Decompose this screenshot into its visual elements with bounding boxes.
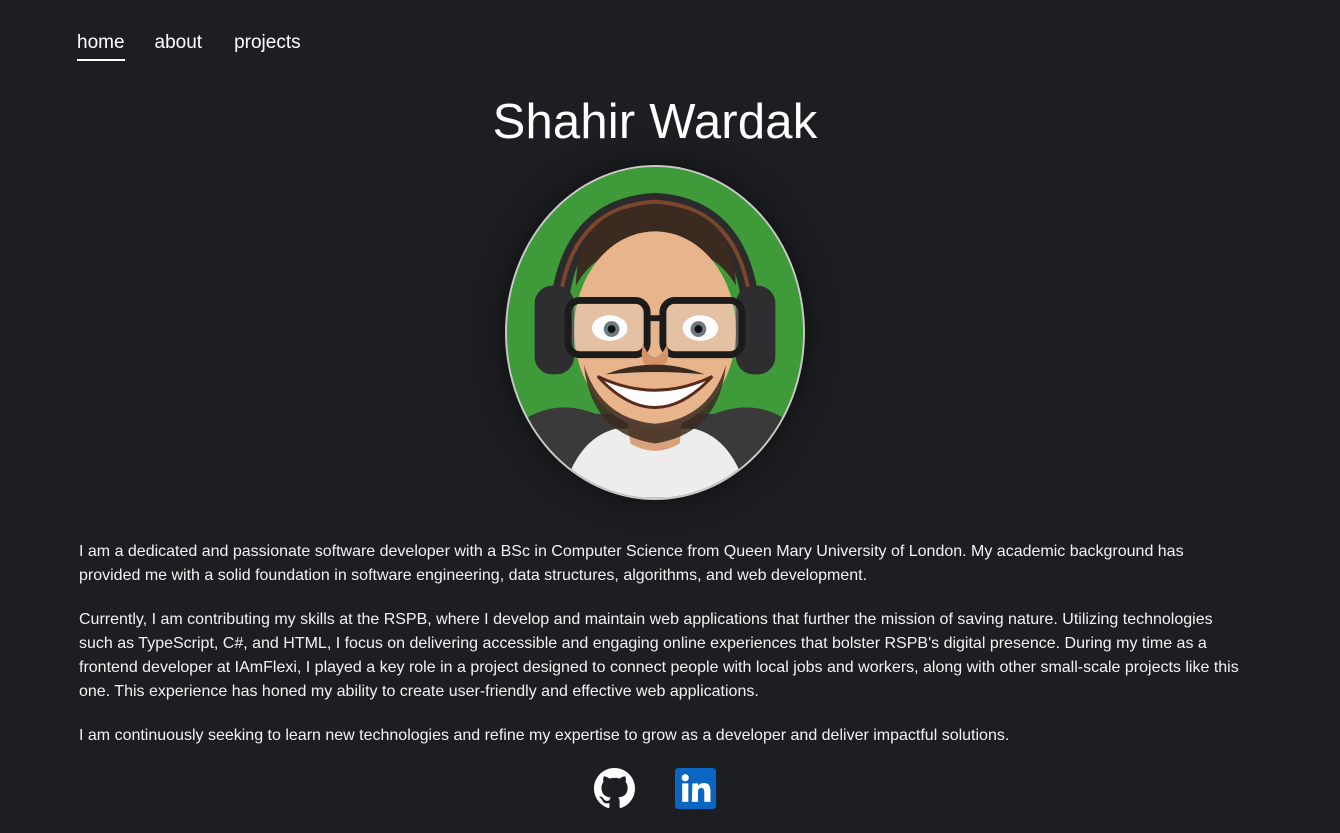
bio-paragraph: I am a dedicated and passionate software… [79,543,1184,584]
nav-item-about[interactable]: about [155,30,203,61]
bio-paragraph: I am continuously seeking to learn new t… [79,727,1010,744]
github-link[interactable] [594,768,635,809]
linkedin-link[interactable] [675,768,716,809]
bio-paragraph: Currently, I am contributing my skills a… [79,611,1239,700]
page-title: Shahir Wardak [492,95,818,149]
avatar [505,165,805,500]
github-icon [594,768,635,808]
linkedin-icon [675,768,716,809]
page: home about projects Shahir Wardak I am a… [0,0,1340,833]
avatar-illustration [507,167,803,498]
top-nav: home about projects [77,30,301,61]
bio-section: I am a dedicated and passionate software… [79,540,1239,768]
social-links [594,768,716,809]
nav-item-home[interactable]: home [77,30,125,61]
nav-item-projects[interactable]: projects [234,30,301,61]
